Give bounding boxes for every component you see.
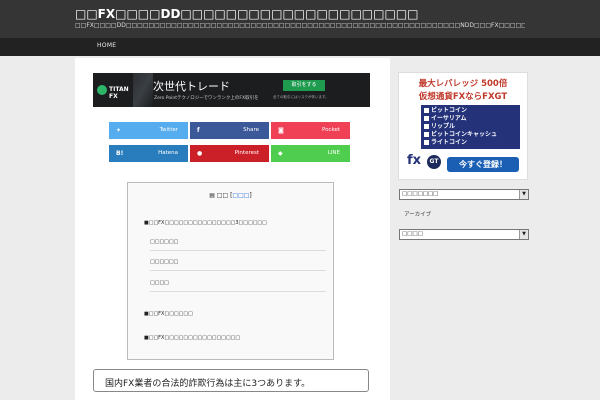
checkbox-icon	[424, 132, 429, 137]
table-of-contents: ▤ □□ [□□□] ■□□FX□□□□□□□□□□□□□□□3□□□□□□ □…	[127, 182, 334, 360]
titanfx-logo: TITAN FX	[97, 84, 133, 100]
share-twitter-label: Twitter	[159, 127, 178, 133]
toc-divider	[150, 270, 326, 271]
fxgt-logo-text: fx	[407, 153, 422, 168]
archive-label: アーカイブ	[404, 212, 432, 218]
share-line-button[interactable]: ◆ LINE	[271, 145, 350, 162]
twitter-icon: ✦	[116, 127, 122, 134]
share-line-label: LINE	[327, 150, 340, 156]
line-icon: ◆	[278, 150, 283, 157]
banner-subtext: Zero Pointテクノロジーでワンランク上のFX取引を	[154, 96, 259, 101]
chevron-down-icon[interactable]: ▼	[519, 190, 528, 199]
ad-register-button[interactable]: 今すぐ登録！	[447, 157, 519, 172]
archive-select[interactable]: □□□□ ▼	[399, 229, 529, 240]
site-description: □□FX□□□□DD□□□□□□□□□□□□□□□□□□□□□□□□□□□□□□…	[75, 22, 525, 29]
share-pocket-label: Pocket	[321, 127, 340, 133]
nav-home-link[interactable]: HOME	[97, 42, 116, 49]
main-content: TITAN FX 次世代トレード Zero Pointテクノロジーでワンランク上…	[75, 58, 390, 400]
titanfx-logo-text: TITAN FX	[109, 86, 129, 100]
share-facebook-label: Share	[243, 127, 259, 133]
ad-list-item: イーサリアム	[424, 115, 517, 123]
banner-cta-button[interactable]: 取引をする	[283, 80, 325, 91]
fxgt-logo-badge: GT	[427, 155, 441, 169]
checkbox-icon	[424, 124, 429, 129]
share-hatena-label: Hatena	[158, 150, 178, 156]
share-pinterest-button[interactable]: ● Pinterest	[190, 145, 269, 162]
share-facebook-button[interactable]: f Share	[190, 122, 269, 139]
site-title[interactable]: □□FX□□□□DD□□□□□□□□□□□□□□□□□□□□□	[75, 7, 525, 21]
toc-subitem-1[interactable]: □□□□□□	[150, 239, 178, 245]
site-header: □□FX□□□□DD□□□□□□□□□□□□□□□□□□□□□ □□FX□□□□…	[0, 0, 600, 38]
banner-headline: 次世代トレード	[153, 80, 230, 93]
share-hatena-button[interactable]: B! Hatena	[109, 145, 188, 162]
toc-divider	[150, 250, 326, 251]
banner-art	[133, 73, 153, 107]
ad-currency-list: ビットコイン イーサリアム リップル ビットコインキャッシュ ライトコイン	[421, 105, 520, 149]
fxgt-sidebar-ad[interactable]: 最大レバレッジ 500倍 仮想通貨FXならFXGT ビットコイン イーサリアム …	[398, 72, 528, 180]
archive-select-value: □□□□	[402, 231, 423, 237]
ad-crypto-text: 仮想通貨FXならFXGT	[418, 92, 508, 102]
ad-list-item: リップル	[424, 123, 517, 131]
toc-divider	[150, 291, 326, 292]
toc-toggle-link[interactable]: □□□	[232, 192, 249, 199]
facebook-icon: f	[197, 127, 200, 134]
toc-item-3[interactable]: ■□□FX□□□□□□□□□□□□□□□□	[144, 335, 240, 341]
section-heading-text: 国内FX業者の合法的詐欺行為は主に3つあります。	[105, 379, 311, 389]
banner-risk-note: 全ての取引にはリスクが伴います。	[273, 95, 329, 99]
section-heading: 国内FX業者の合法的詐欺行為は主に3つあります。	[93, 369, 369, 392]
sidebar-select-1[interactable]: □□□□□□□ ▼	[399, 189, 529, 200]
nav-bar: HOME	[0, 38, 600, 56]
hatena-icon: B!	[116, 150, 124, 157]
titanfx-logo-icon	[97, 85, 107, 95]
pocket-icon: ◙	[278, 127, 284, 134]
toc-document-icon: ▤	[209, 192, 215, 199]
share-pocket-button[interactable]: ◙ Pocket	[271, 122, 350, 139]
share-twitter-button[interactable]: ✦ Twitter	[109, 122, 188, 139]
checkbox-icon	[424, 140, 429, 145]
pinterest-icon: ●	[197, 150, 203, 157]
share-pinterest-label: Pinterest	[234, 150, 259, 156]
toc-item-1[interactable]: ■□□FX□□□□□□□□□□□□□□□3□□□□□□	[144, 220, 267, 226]
toc-subitem-3[interactable]: □□□□	[150, 280, 169, 286]
ad-leverage-text: 最大レバレッジ 500倍	[418, 79, 508, 89]
checkbox-icon	[424, 108, 429, 113]
ad-list-item: ライトコイン	[424, 139, 517, 147]
ad-list-item: ビットコインキャッシュ	[424, 131, 517, 139]
sidebar-select-1-value: □□□□□□□	[402, 191, 439, 197]
toc-subitem-2[interactable]: □□□□□□	[150, 259, 178, 265]
toc-title: ▤ □□ [□□□]	[209, 192, 252, 199]
chevron-down-icon[interactable]: ▼	[519, 230, 528, 239]
titanfx-banner-ad[interactable]: TITAN FX 次世代トレード Zero Pointテクノロジーでワンランク上…	[93, 73, 370, 107]
fxgt-logo: fx GT	[407, 153, 441, 173]
toc-title-text: □□	[216, 192, 229, 199]
toc-item-2[interactable]: ■□□FX□□□□□□	[144, 311, 193, 317]
ad-list-item: ビットコイン	[424, 107, 517, 115]
checkbox-icon	[424, 116, 429, 121]
